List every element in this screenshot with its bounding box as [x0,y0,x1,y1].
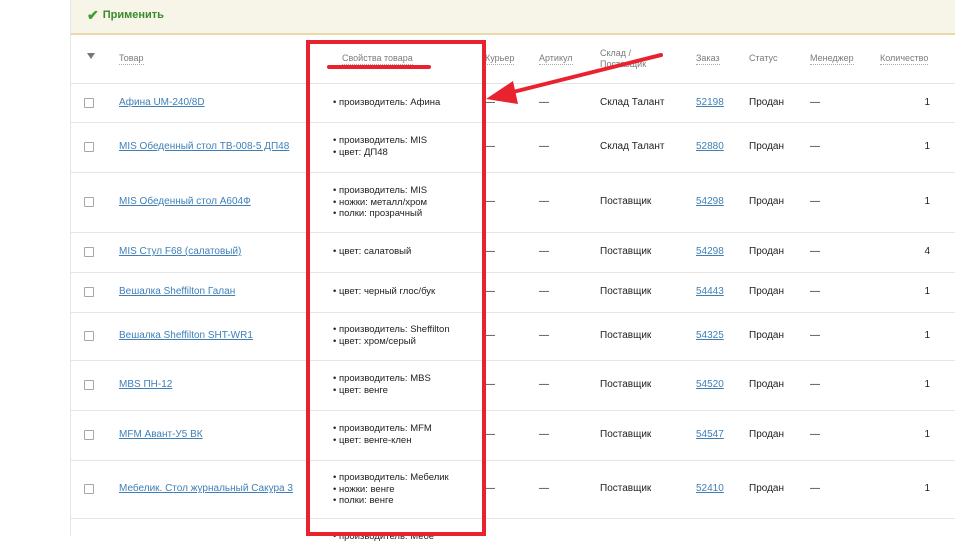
annotation-arrow [486,53,663,104]
